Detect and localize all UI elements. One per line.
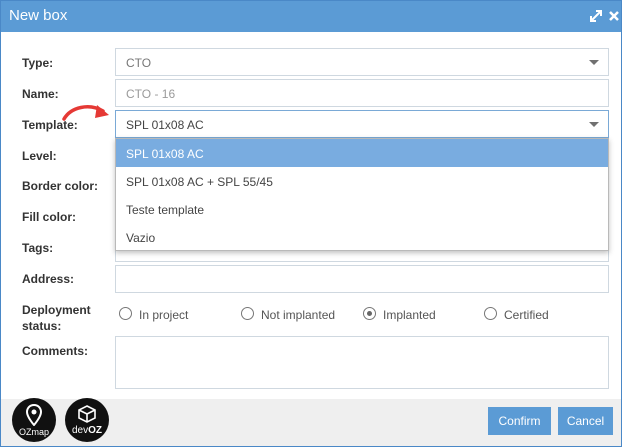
map-pin-icon [26, 404, 42, 426]
comments-textarea[interactable] [115, 336, 609, 389]
radio-not-implanted-label: Not implanted [261, 308, 336, 322]
radio-in-project-label: In project [139, 308, 189, 322]
new-box-dialog: New box Type: CTO Name: CTO - 16 Templat… [0, 0, 622, 447]
type-select[interactable]: CTO [115, 48, 609, 76]
devoz-logo-prefix: dev [71, 425, 89, 436]
template-dropdown-list: SPL 01x08 AC SPL 01x08 AC + SPL 55/45 Te… [115, 138, 609, 251]
radio-circle-icon[interactable] [119, 307, 132, 320]
border-color-label: Border color: [22, 179, 99, 193]
name-input[interactable]: CTO - 16 [115, 79, 609, 107]
level-label: Level: [22, 149, 57, 163]
radio-dot [367, 311, 372, 316]
dropdown-option[interactable]: SPL 01x08 AC + SPL 55/45 [116, 167, 608, 195]
address-input[interactable] [115, 265, 609, 293]
ozmap-logo-text: OZmap [18, 427, 49, 437]
cancel-button[interactable]: Cancel [558, 407, 613, 435]
comments-label: Comments: [22, 344, 89, 358]
radio-circle-icon[interactable] [484, 307, 497, 320]
devoz-logo-suffix: OZ [88, 425, 102, 436]
dialog-title: New box [9, 7, 68, 24]
radio-implanted-label: Implanted [383, 308, 436, 322]
type-select-value: CTO [126, 56, 152, 70]
deployment-status-label-line2: status: [22, 319, 62, 333]
type-label: Type: [22, 56, 54, 70]
ozmap-logo: OZmap [12, 398, 56, 442]
template-select-value: SPL 01x08 AC [126, 118, 204, 132]
chevron-down-icon [589, 122, 599, 127]
radio-certified-label: Certified [504, 308, 549, 322]
dropdown-option[interactable]: Vazio [116, 223, 608, 251]
template-label: Template: [22, 118, 78, 132]
title-bar[interactable]: New box [1, 1, 621, 32]
devoz-logo-text: devOZ [65, 425, 109, 436]
name-label: Name: [22, 87, 59, 101]
template-select[interactable]: SPL 01x08 AC [115, 110, 609, 138]
tags-label: Tags: [22, 241, 54, 255]
radio-checked-icon[interactable] [363, 307, 376, 320]
address-label: Address: [22, 272, 75, 286]
close-icon[interactable] [607, 9, 621, 23]
confirm-button[interactable]: Confirm [488, 407, 551, 435]
devoz-logo: devOZ [65, 398, 109, 442]
radio-circle-icon[interactable] [241, 307, 254, 320]
name-input-placeholder: CTO - 16 [126, 87, 176, 101]
dropdown-option[interactable]: Teste template [116, 195, 608, 223]
deployment-status-label-line1: Deployment [22, 303, 91, 317]
chevron-down-icon [589, 60, 599, 65]
maximize-icon[interactable] [589, 9, 603, 23]
dropdown-option[interactable]: SPL 01x08 AC [116, 139, 608, 167]
box-icon [78, 405, 96, 423]
fill-color-label: Fill color: [22, 210, 76, 224]
